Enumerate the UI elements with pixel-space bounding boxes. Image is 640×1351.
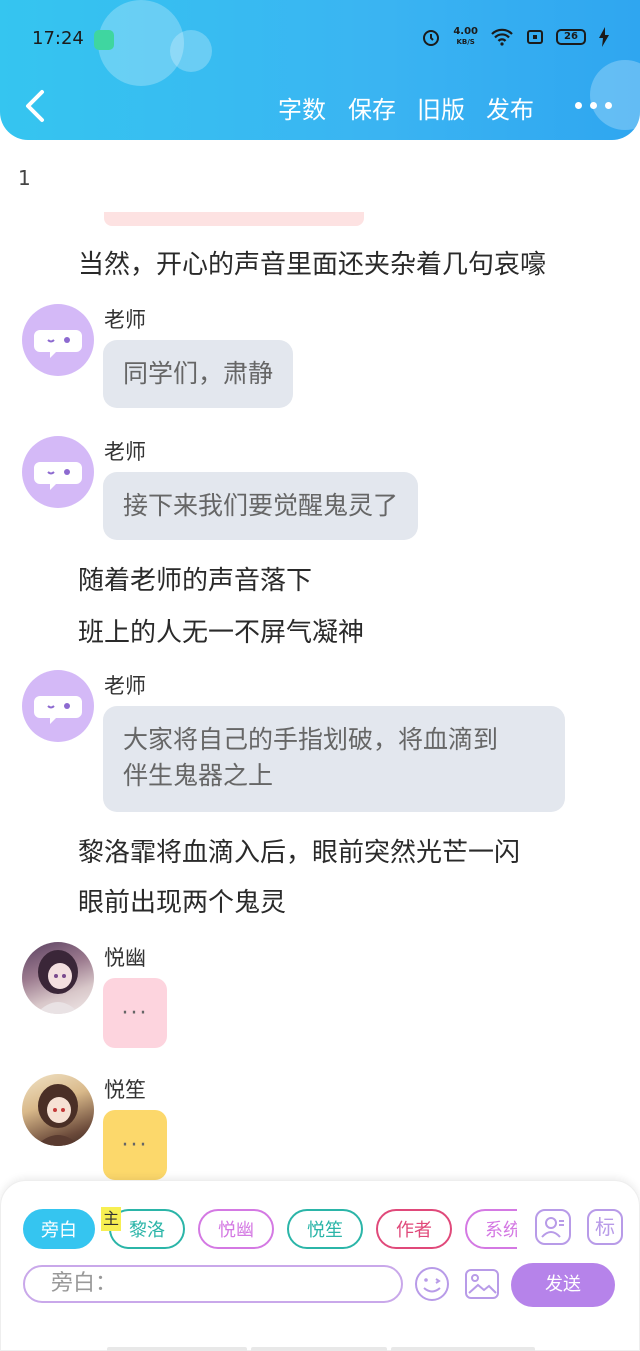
status-bar: 17:24 4.00 KB/S 26 [0,0,640,76]
mark-button[interactable]: 标 [587,1209,623,1245]
speaker-name: 老师 [104,674,146,698]
image-icon[interactable] [463,1265,501,1303]
speaker-name: 悦幽 [104,946,146,970]
role-author-button[interactable]: 作者 [376,1209,452,1249]
character-avatar-yuesheng[interactable] [22,1074,94,1146]
narration-line[interactable]: 眼前出现两个鬼灵 [78,882,286,919]
chat-bubble[interactable]: 大家将自己的手指划破，将血滴到 伴生鬼器之上 [103,706,565,812]
chat-bubble-icon [34,696,82,724]
emoji-icon[interactable] [413,1265,451,1303]
character-icon[interactable] [535,1209,571,1245]
speaker-name: 老师 [104,308,146,332]
more-dots-icon[interactable] [575,102,612,109]
chat-bubble-icon [34,330,82,358]
narration-line[interactable]: 随着老师的声音落下 [78,560,312,597]
role-yueyou-button[interactable]: 悦幽 [198,1209,274,1249]
chat-bubble[interactable]: 接下来我们要觉醒鬼灵了 [103,472,419,540]
main-character-badge: 主 [101,1207,121,1231]
teacher-avatar[interactable] [22,304,94,376]
battery-icon: 26 [556,29,586,45]
gesture-bar [251,1347,387,1351]
role-narrator-button[interactable]: 旁白 [23,1209,95,1249]
message-input[interactable]: 旁白： [23,1265,403,1303]
sim-icon [527,30,543,44]
word-count-button[interactable]: 字数 [278,90,326,125]
app-header: 17:24 4.00 KB/S 26 字数 保存 旧版 发布 [0,0,640,140]
speed-unit: KB/S [456,38,475,46]
save-button[interactable]: 保存 [348,90,396,125]
send-button[interactable]: 发送 [511,1263,615,1307]
teacher-avatar[interactable] [22,436,94,508]
anime-portrait-icon [36,1084,80,1146]
narration-line[interactable]: 当然，开心的声音里面还夹杂着几句哀嚎 [78,244,546,281]
narration-line[interactable]: 班上的人无一不屏气凝神 [78,612,364,649]
bubble-line: 大家将自己的手指划破，将血滴到 [123,725,499,754]
status-icons: 4.00 KB/S 26 [421,26,610,48]
line-number: 1 [18,166,31,190]
role-yuesheng-button[interactable]: 悦笙 [287,1209,363,1249]
speaker-name: 老师 [104,440,146,464]
teacher-avatar[interactable] [22,670,94,742]
composer-panel: 旁白 黎洛 主 悦幽 悦笙 作者 系统 标 旁白： 发送 [0,1180,640,1351]
narration-line[interactable]: 黎洛霏将血滴入后，眼前突然光芒一闪 [78,832,520,869]
old-version-button[interactable]: 旧版 [417,90,465,125]
speed-value: 4.00 [453,26,478,37]
gesture-bar [107,1347,247,1351]
gesture-bar [391,1347,535,1351]
app-notification-icon [94,30,114,50]
charging-icon [599,27,609,47]
character-avatar-yueyou[interactable] [22,942,94,1014]
role-system-button[interactable]: 系统 [465,1209,517,1249]
alarm-icon [423,30,440,46]
network-speed: 4.00 KB/S [453,26,478,48]
bubble-line: 伴生鬼器之上 [123,761,274,790]
anime-portrait-icon [36,950,80,1014]
chat-bubble[interactable]: 同学们，肃静 [103,340,294,408]
role-system-clip: 系统 [465,1209,517,1249]
editor-toolbar: 字数 保存 旧版 发布 [0,76,640,136]
wifi-icon [491,28,513,46]
back-arrow-icon[interactable] [20,88,54,124]
status-time: 17:24 [32,28,84,49]
chat-bubble[interactable]: ··· [103,1110,167,1180]
chat-bubble[interactable]: ··· [103,978,167,1048]
previous-bubble-edge [104,212,364,226]
publish-button[interactable]: 发布 [486,90,534,125]
speaker-name: 悦笙 [104,1078,146,1102]
chat-bubble-icon [34,462,82,490]
